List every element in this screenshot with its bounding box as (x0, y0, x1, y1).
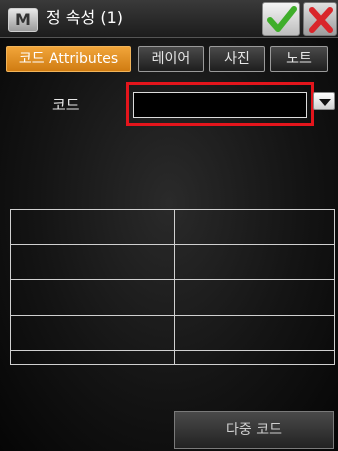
multi-code-button[interactable]: 다중 코드 (174, 411, 334, 449)
tab-layer[interactable]: 레이어 (138, 46, 204, 72)
table-cell[interactable] (10, 208, 175, 246)
table-row (10, 314, 335, 351)
table-cell[interactable] (174, 349, 335, 366)
table-cell[interactable] (174, 314, 335, 351)
highlight-box (126, 82, 314, 126)
table-cell[interactable] (174, 279, 335, 316)
code-dropdown-button[interactable] (313, 92, 335, 110)
table-row (10, 208, 335, 246)
table-cell[interactable] (10, 244, 175, 281)
title-bar: M 정 속성 (1) (0, 0, 338, 38)
table-row (10, 279, 335, 316)
tab-note[interactable]: 노트 (270, 46, 328, 72)
ok-button[interactable] (262, 2, 300, 36)
close-button[interactable] (303, 2, 337, 36)
checkmark-icon (267, 6, 297, 32)
tab-photo[interactable]: 사진 (209, 46, 265, 72)
screen-background: M 정 속성 (1) 코드 Attributes 레이어 사진 노트 코드 다중… (0, 0, 338, 451)
table-cell[interactable] (174, 208, 335, 246)
table-cell[interactable] (10, 279, 175, 316)
attributes-table (10, 208, 335, 366)
table-cell[interactable] (174, 244, 335, 281)
table-cell[interactable] (10, 349, 175, 366)
window-title: 정 속성 (1) (46, 8, 123, 27)
table-cell[interactable] (10, 314, 175, 351)
table-row (10, 349, 335, 366)
table-row (10, 244, 335, 281)
chevron-down-icon (319, 99, 331, 106)
app-menu-icon[interactable]: M (8, 8, 38, 32)
close-x-icon (309, 7, 333, 33)
tab-code-attributes[interactable]: 코드 Attributes (6, 46, 131, 72)
code-label: 코드 (52, 96, 80, 114)
